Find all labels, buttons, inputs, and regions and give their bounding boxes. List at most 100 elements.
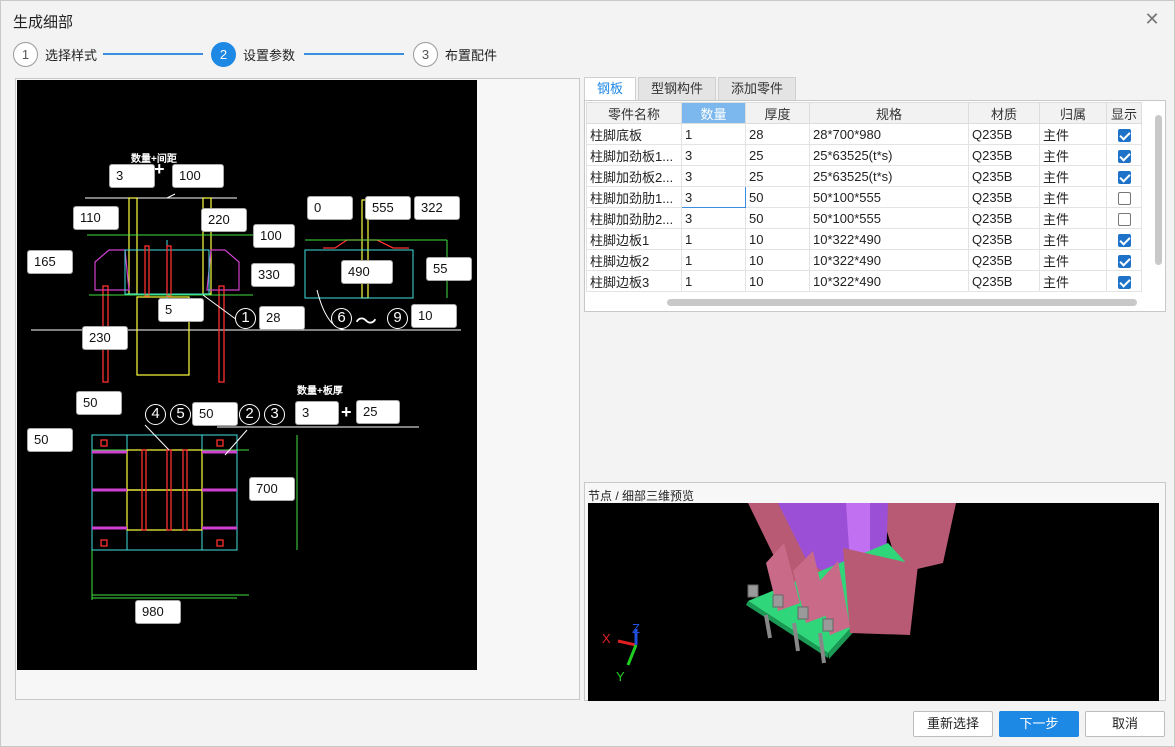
table-row[interactable]: 柱脚底板 1 28 28*700*980 Q235B 主件 bbox=[586, 123, 1142, 145]
spec-cell[interactable]: 10*322*490 bbox=[809, 270, 969, 292]
thickness-cell[interactable]: 25 bbox=[745, 144, 810, 166]
table-row[interactable]: 柱脚加劲板2... 3 25 25*63525(t*s) Q235B 主件 bbox=[586, 165, 1142, 187]
owner-cell[interactable]: 主件 bbox=[1039, 249, 1107, 271]
col-header-owner[interactable]: 归属 bbox=[1039, 102, 1107, 124]
tab-steel-plate[interactable]: 钢板 bbox=[584, 77, 637, 102]
next-button[interactable]: 下一步 bbox=[999, 711, 1079, 737]
part-name-cell[interactable]: 柱脚加劲肋1... bbox=[586, 186, 682, 208]
material-cell[interactable]: Q235B bbox=[968, 144, 1040, 166]
owner-cell[interactable]: 主件 bbox=[1039, 123, 1107, 145]
tab-add-part[interactable]: 添加零件 bbox=[718, 77, 797, 101]
dim-322-input[interactable]: 322 bbox=[414, 196, 460, 220]
dim-50-b-input[interactable]: 50 bbox=[192, 402, 238, 426]
3d-viewport[interactable]: X Z Y bbox=[588, 503, 1159, 701]
thickness-cell[interactable]: 10 bbox=[745, 270, 810, 292]
spec-cell[interactable]: 50*100*555 bbox=[809, 207, 969, 229]
owner-cell[interactable]: 主件 bbox=[1039, 270, 1107, 292]
material-cell[interactable]: Q235B bbox=[968, 207, 1040, 229]
tab-steel-member[interactable]: 型钢构件 bbox=[638, 77, 717, 101]
spacing-input[interactable]: 100 bbox=[172, 164, 224, 188]
part-name-cell[interactable]: 柱脚加劲板1... bbox=[586, 144, 682, 166]
show-checkbox[interactable] bbox=[1117, 149, 1131, 163]
material-cell[interactable]: Q235B bbox=[968, 270, 1040, 292]
material-cell[interactable]: Q235B bbox=[968, 228, 1040, 250]
part-name-cell[interactable]: 柱脚加劲肋2... bbox=[586, 207, 682, 229]
col-header-qty[interactable]: 数量 bbox=[681, 102, 746, 124]
show-checkbox[interactable] bbox=[1117, 170, 1131, 184]
col-header-name[interactable]: 零件名称 bbox=[586, 102, 682, 124]
show-checkbox[interactable] bbox=[1117, 254, 1131, 268]
dim-0-input[interactable]: 0 bbox=[307, 196, 353, 220]
qty-cell[interactable]: 3 bbox=[681, 165, 746, 187]
dim-55-input[interactable]: 55 bbox=[426, 257, 472, 281]
material-cell[interactable]: Q235B bbox=[968, 165, 1040, 187]
close-icon[interactable]: ✕ bbox=[1142, 9, 1162, 29]
table-row[interactable]: 柱脚边板1 1 10 10*322*490 Q235B 主件 bbox=[586, 228, 1142, 250]
part-name-cell[interactable]: 柱脚底板 bbox=[586, 123, 682, 145]
dim-50-a-input[interactable]: 50 bbox=[76, 391, 122, 415]
show-checkbox[interactable] bbox=[1117, 212, 1131, 226]
qty-cell[interactable]: 1 bbox=[681, 123, 746, 145]
thickness-input[interactable]: 25 bbox=[356, 400, 400, 424]
dim-10-input[interactable]: 10 bbox=[411, 304, 457, 328]
dim-165-input[interactable]: 165 bbox=[27, 250, 73, 274]
qty-cell[interactable]: 3 bbox=[681, 186, 746, 208]
thickness-cell[interactable]: 50 bbox=[745, 186, 810, 208]
dim-980-input[interactable]: 980 bbox=[135, 600, 181, 624]
step-3[interactable]: 3 布置配件 bbox=[413, 41, 497, 67]
qty-bottom-input[interactable]: 3 bbox=[295, 401, 339, 425]
table-row[interactable]: 柱脚加劲肋1... 3 50 50*100*555 Q235B 主件 bbox=[586, 186, 1142, 208]
vertical-scrollbar[interactable] bbox=[1155, 115, 1162, 265]
spec-cell[interactable]: 28*700*980 bbox=[809, 123, 969, 145]
dim-50-c-input[interactable]: 50 bbox=[27, 428, 73, 452]
step-1[interactable]: 1 选择样式 bbox=[13, 41, 97, 67]
dim-555-input[interactable]: 555 bbox=[365, 196, 411, 220]
step-2[interactable]: 2 设置参数 bbox=[211, 41, 295, 67]
qty-cell[interactable]: 1 bbox=[681, 228, 746, 250]
table-row[interactable]: 柱脚加劲板1... 3 25 25*63525(t*s) Q235B 主件 bbox=[586, 144, 1142, 166]
show-checkbox[interactable] bbox=[1117, 128, 1131, 142]
spec-cell[interactable]: 10*322*490 bbox=[809, 249, 969, 271]
spec-cell[interactable]: 25*63525(t*s) bbox=[809, 165, 969, 187]
part-name-cell[interactable]: 柱脚边板1 bbox=[586, 228, 682, 250]
part-name-cell[interactable]: 柱脚边板2 bbox=[586, 249, 682, 271]
table-row[interactable]: 柱脚边板2 1 10 10*322*490 Q235B 主件 bbox=[586, 249, 1142, 271]
qty-cell[interactable]: 1 bbox=[681, 249, 746, 271]
dim-230-input[interactable]: 230 bbox=[82, 326, 128, 350]
thickness-cell[interactable]: 28 bbox=[745, 123, 810, 145]
owner-cell[interactable]: 主件 bbox=[1039, 228, 1107, 250]
owner-cell[interactable]: 主件 bbox=[1039, 186, 1107, 208]
table-row[interactable]: 柱脚加劲肋2... 3 50 50*100*555 Q235B 主件 bbox=[586, 207, 1142, 229]
owner-cell[interactable]: 主件 bbox=[1039, 165, 1107, 187]
material-cell[interactable]: Q235B bbox=[968, 123, 1040, 145]
qty-top-input[interactable]: 3 bbox=[109, 164, 155, 188]
dim-5-input[interactable]: 5 bbox=[158, 298, 204, 322]
spec-cell[interactable]: 50*100*555 bbox=[809, 186, 969, 208]
show-checkbox[interactable] bbox=[1117, 233, 1131, 247]
dim-28-input[interactable]: 28 bbox=[259, 306, 305, 330]
thickness-cell[interactable]: 10 bbox=[745, 249, 810, 271]
qty-cell[interactable]: 3 bbox=[681, 144, 746, 166]
dim-700-input[interactable]: 700 bbox=[249, 477, 295, 501]
dim-110-input[interactable]: 110 bbox=[73, 206, 119, 230]
col-header-thickness[interactable]: 厚度 bbox=[745, 102, 810, 124]
dim-330-input[interactable]: 330 bbox=[251, 263, 295, 287]
thickness-cell[interactable]: 25 bbox=[745, 165, 810, 187]
thickness-cell[interactable]: 10 bbox=[745, 228, 810, 250]
show-checkbox[interactable] bbox=[1117, 275, 1131, 289]
thickness-cell[interactable]: 50 bbox=[745, 207, 810, 229]
cancel-button[interactable]: 取消 bbox=[1085, 711, 1165, 737]
material-cell[interactable]: Q235B bbox=[968, 186, 1040, 208]
horizontal-scrollbar[interactable] bbox=[667, 299, 1137, 306]
part-name-cell[interactable]: 柱脚边板3 bbox=[586, 270, 682, 292]
dim-100-input[interactable]: 100 bbox=[253, 224, 295, 248]
material-cell[interactable]: Q235B bbox=[968, 249, 1040, 271]
show-checkbox[interactable] bbox=[1117, 191, 1131, 205]
reselect-button[interactable]: 重新选择 bbox=[913, 711, 993, 737]
owner-cell[interactable]: 主件 bbox=[1039, 144, 1107, 166]
spec-cell[interactable]: 10*322*490 bbox=[809, 228, 969, 250]
dim-490-input[interactable]: 490 bbox=[341, 260, 393, 284]
col-header-material[interactable]: 材质 bbox=[968, 102, 1040, 124]
part-name-cell[interactable]: 柱脚加劲板2... bbox=[586, 165, 682, 187]
qty-cell[interactable]: 1 bbox=[681, 270, 746, 292]
